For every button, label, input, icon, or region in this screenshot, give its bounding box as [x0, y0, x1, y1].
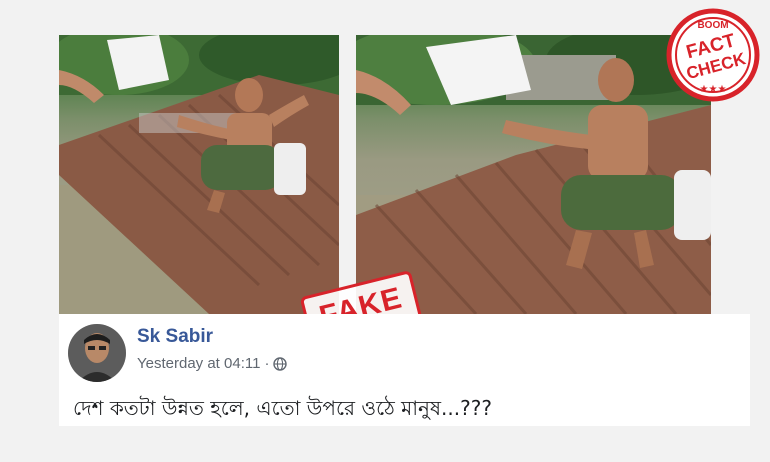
fact-check-badge-art: BOOM FACT CHECK ★★★: [666, 8, 760, 102]
facebook-post: Sk Sabir Yesterday at 04:11 · দেশ কতটা উ…: [59, 314, 750, 426]
badge-stars: ★★★: [700, 84, 727, 95]
avatar-image: [68, 324, 126, 382]
globe-icon[interactable]: [273, 356, 288, 371]
post-author[interactable]: Sk Sabir: [137, 326, 213, 348]
left-photo: [59, 35, 339, 314]
post-text: দেশ কতটা উন্নত হলে, এতো উপরে ওঠে মানুষ..…: [73, 396, 492, 420]
post-timestamp[interactable]: Yesterday at 04:11: [137, 355, 260, 372]
meta-separator: ·: [264, 355, 270, 372]
left-photo-art: [59, 35, 339, 314]
fact-check-badge: BOOM FACT CHECK ★★★: [664, 6, 762, 104]
post-meta: Yesterday at 04:11 ·: [137, 355, 288, 372]
badge-boom-text: BOOM: [697, 20, 728, 31]
avatar[interactable]: [68, 324, 126, 382]
